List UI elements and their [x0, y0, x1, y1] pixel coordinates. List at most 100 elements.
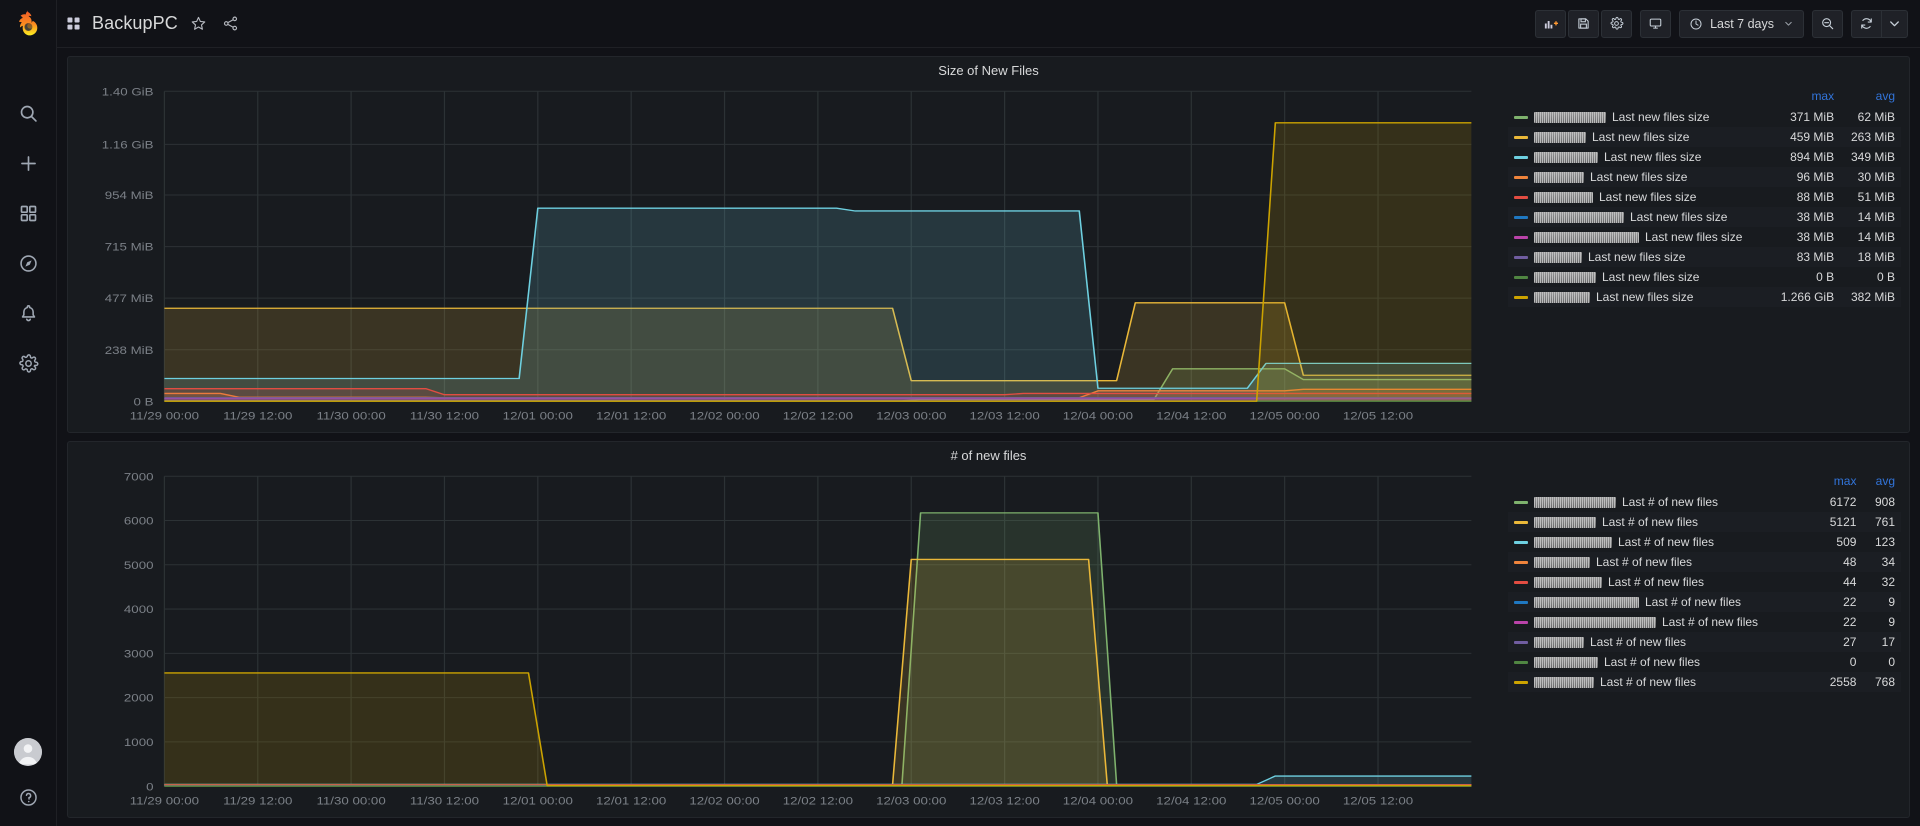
legend-row[interactable]: Last new files size 0 B 0 B	[1508, 267, 1901, 287]
user-avatar-icon	[14, 738, 42, 766]
dashboard-grid-icon	[65, 15, 82, 32]
legend-row[interactable]: Last new files size 83 MiB 18 MiB	[1508, 247, 1901, 267]
legend-row[interactable]: Last # of new files 5121 761	[1508, 512, 1901, 532]
legend-row[interactable]: Last new files size 371 MiB 62 MiB	[1508, 107, 1901, 127]
timeseries-plot-area[interactable]: 0 B 238 MiB 477 MiB 715 MiB 954 MiB 1.16 GiB 1…	[68, 83, 1504, 432]
redacted-hostname	[1534, 251, 1582, 263]
share-dashboard-button[interactable]	[220, 13, 242, 35]
navbar-right-section: Last 7 days	[1535, 9, 1908, 38]
legend-color-swatch	[1514, 560, 1528, 564]
legend-row[interactable]: Last new files size 1.266 GiB 382 MiB	[1508, 287, 1901, 307]
legend-row[interactable]: Last # of new files 44 32	[1508, 572, 1901, 592]
legend-series-cell: Last new files size	[1508, 247, 1769, 267]
timeseries-plot-area[interactable]: 0 1000 2000 3000 4000 5000 6000 7000 11/29 00:00…	[68, 468, 1504, 817]
legend-max-value: 96 MiB	[1796, 170, 1835, 184]
legend-row[interactable]: Last # of new files 22 9	[1508, 612, 1901, 632]
legend-header-row: max avg	[1508, 87, 1901, 107]
legend-avg-value: 382 MiB	[1850, 290, 1895, 304]
legend-avg-value: 768	[1874, 675, 1895, 689]
add-panel-button[interactable]	[1535, 9, 1567, 38]
sidebar-item-configuration[interactable]	[13, 348, 43, 378]
legend-avg-header[interactable]: avg	[1862, 472, 1901, 492]
chevron-down-icon	[1785, 21, 1792, 26]
legend-row[interactable]: Last new files size 88 MiB 51 MiB	[1508, 187, 1901, 207]
save-dashboard-button[interactable]	[1568, 9, 1600, 38]
legend-color-swatch	[1514, 175, 1528, 179]
avatar[interactable]	[14, 738, 42, 766]
x-axis-tick-label: 12/03 12:00	[969, 795, 1039, 808]
legend-row[interactable]: Last # of new files 6172 908	[1508, 492, 1901, 512]
y-axis-tick-label: 4000	[124, 603, 154, 616]
legend-row[interactable]: Last # of new files 22 9	[1508, 592, 1901, 612]
refresh-dashboard-button[interactable]	[1851, 9, 1881, 38]
x-axis-tick-label: 12/01 12:00	[596, 795, 666, 808]
legend-series-cell: Last # of new files	[1508, 552, 1816, 572]
legend-color-swatch	[1514, 580, 1528, 584]
legend-color-swatch	[1514, 600, 1528, 604]
panel-legend: max avg Last new files size 371 MiB 62 MiB…	[1504, 83, 1909, 432]
legend-row[interactable]: Last new files size 459 MiB 263 MiB	[1508, 127, 1901, 147]
panel-header[interactable]: # of new files	[68, 442, 1909, 468]
legend-row[interactable]: Last new files size 894 MiB 349 MiB	[1508, 147, 1901, 167]
legend-series-label: Last new files size	[1599, 190, 1697, 204]
sidebar-item-dashboards[interactable]	[13, 198, 43, 228]
legend-series-cell: Last new files size	[1508, 267, 1769, 287]
legend-series-label: Last # of new files	[1596, 555, 1693, 569]
x-axis-tick-label: 11/30 00:00	[316, 410, 385, 423]
panel-title: Size of New Files	[938, 62, 1039, 78]
refresh-controls	[1851, 9, 1908, 38]
gear-icon	[18, 353, 38, 373]
refresh-interval-dropdown[interactable]	[1881, 9, 1908, 38]
legend-row[interactable]: Last # of new files 2558 768	[1508, 672, 1901, 692]
legend-max-header[interactable]: max	[1769, 87, 1840, 107]
compass-icon	[19, 254, 37, 272]
y-axis-tick-label: 5000	[124, 559, 154, 572]
legend-avg-value: 32	[1881, 575, 1895, 589]
apps-grid-icon	[67, 17, 80, 30]
grafana-logo-icon	[19, 10, 38, 36]
sidebar-item-help[interactable]	[13, 782, 43, 812]
legend-max-header[interactable]: max	[1816, 472, 1863, 492]
dashboard-settings-button[interactable]	[1601, 9, 1633, 38]
legend-avg-value: 263 MiB	[1850, 130, 1895, 144]
page-title[interactable]: BackupPC	[92, 13, 178, 34]
grafana-logo-button[interactable]	[0, 0, 57, 48]
legend-avg-value: 62 MiB	[1857, 110, 1895, 124]
zoom-out-time-range-button[interactable]	[1812, 9, 1843, 38]
sidebar-item-explore[interactable]	[13, 248, 43, 278]
gear-icon	[1610, 16, 1624, 30]
main-content-area: BackupPC Last 7 days Size of New Files 0…	[57, 0, 1920, 826]
x-axis-tick-label: 12/02 00:00	[689, 410, 759, 423]
sidebar-item-search[interactable]	[13, 98, 43, 128]
legend-series-label: Last new files size	[1588, 250, 1686, 264]
cycle-view-mode-button[interactable]	[1640, 9, 1672, 38]
legend-row[interactable]: Last # of new files 509 123	[1508, 532, 1901, 552]
y-axis-tick-label: 954 MiB	[105, 189, 154, 202]
navbar-left-section: BackupPC	[65, 13, 242, 35]
panel-header[interactable]: Size of New Files	[68, 57, 1909, 83]
redacted-hostname	[1534, 596, 1639, 608]
legend-row[interactable]: Last # of new files 0 0	[1508, 652, 1901, 672]
mark-as-favorite-button[interactable]	[188, 13, 210, 35]
legend-row[interactable]: Last # of new files 48 34	[1508, 552, 1901, 572]
legend-series-cell: Last new files size	[1508, 107, 1769, 127]
legend-row[interactable]: Last new files size 96 MiB 30 MiB	[1508, 167, 1901, 187]
legend-row[interactable]: Last new files size 38 MiB 14 MiB	[1508, 227, 1901, 247]
legend-series-label: Last new files size	[1645, 230, 1743, 244]
redacted-hostname	[1534, 676, 1594, 688]
redacted-hostname	[1534, 536, 1612, 548]
sidebar-item-alerting[interactable]	[13, 298, 43, 328]
time-range-picker[interactable]: Last 7 days	[1679, 9, 1804, 38]
legend-row[interactable]: Last new files size 38 MiB 14 MiB	[1508, 207, 1901, 227]
legend-max-value: 38 MiB	[1796, 210, 1835, 224]
y-axis-tick-label: 1.16 GiB	[102, 138, 154, 151]
x-axis-tick-label: 12/05 12:00	[1343, 795, 1413, 808]
legend-avg-header[interactable]: avg	[1840, 87, 1901, 107]
legend-series-cell: Last new files size	[1508, 127, 1769, 147]
timeseries-chart-number-of-new-files: 0 1000 2000 3000 4000 5000 6000 7000 11/29 00:00…	[124, 470, 1472, 808]
sidebar-item-create[interactable]	[13, 148, 43, 178]
redacted-hostname	[1534, 291, 1590, 303]
legend-series-label: Last # of new files	[1600, 675, 1697, 689]
legend-row[interactable]: Last # of new files 27 17	[1508, 632, 1901, 652]
y-axis-tick-label: 477 MiB	[105, 292, 154, 305]
